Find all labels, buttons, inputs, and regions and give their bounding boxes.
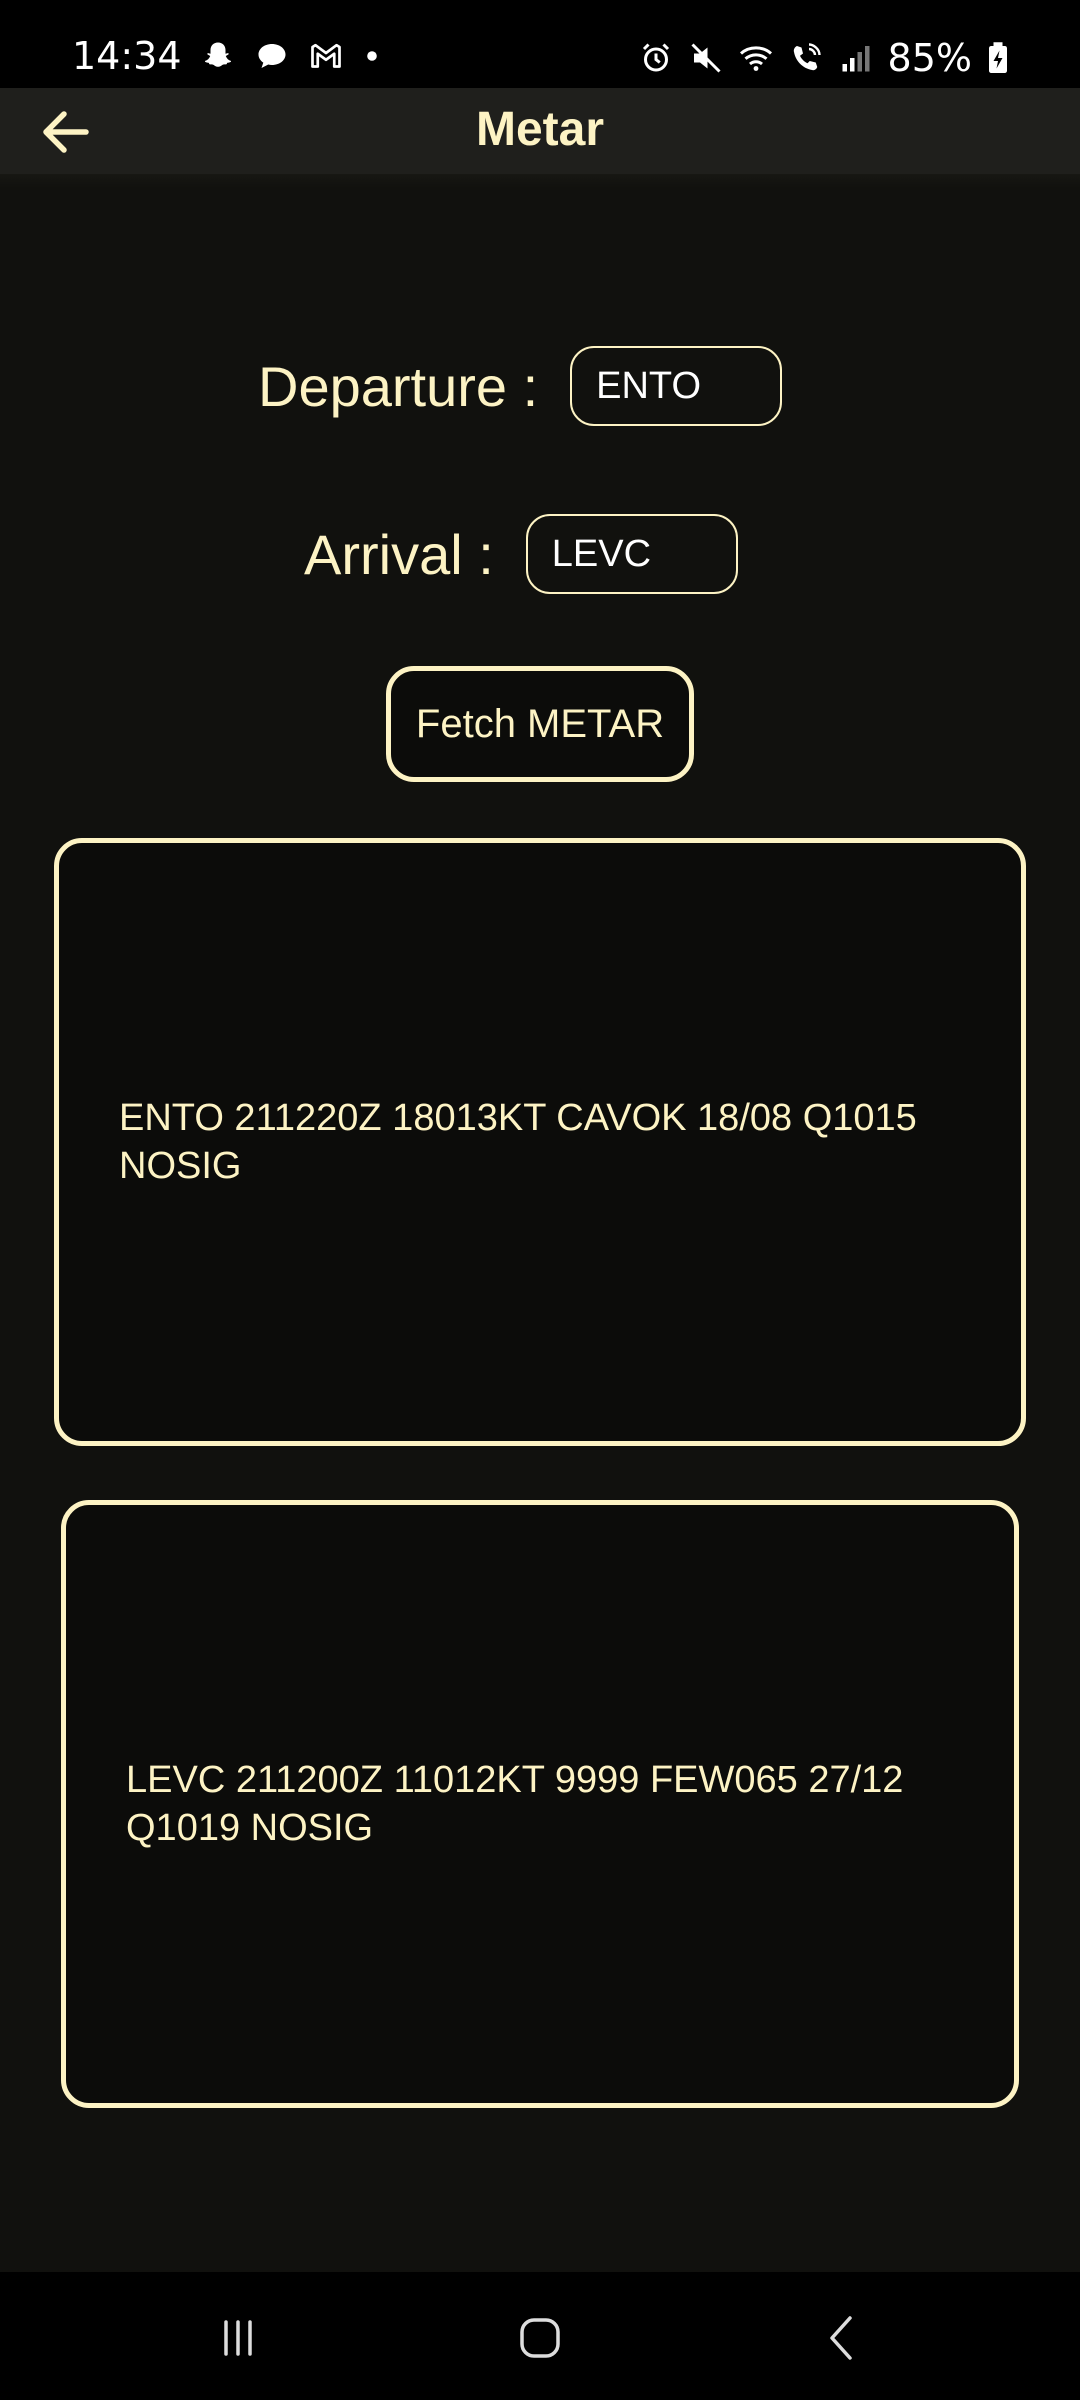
app-bar-shadow xyxy=(0,174,1080,188)
home-button[interactable] xyxy=(510,2308,570,2368)
nav-back-button[interactable] xyxy=(812,2308,872,2368)
recents-button[interactable] xyxy=(208,2308,268,2368)
status-bar: 14:34 85% xyxy=(0,0,1080,88)
departure-row: Departure : xyxy=(258,346,783,426)
fetch-metar-button[interactable]: Fetch METAR xyxy=(386,666,694,782)
app-bar: Metar xyxy=(0,88,1080,174)
recents-icon xyxy=(224,2320,252,2356)
chat-bubble-icon xyxy=(254,38,290,74)
dot-icon xyxy=(362,38,382,74)
alarm-icon xyxy=(638,40,674,76)
status-time: 14:34 xyxy=(72,34,182,78)
wifi-calling-icon xyxy=(788,40,824,76)
status-left: 14:34 xyxy=(72,34,382,78)
departure-label: Departure : xyxy=(258,354,539,418)
snapchat-icon xyxy=(200,38,236,74)
back-chevron-icon xyxy=(830,2316,852,2360)
departure-input[interactable] xyxy=(570,346,783,426)
arrival-input[interactable] xyxy=(525,514,738,594)
departure-metar-box: ENTO 211220Z 18013KT CAVOK 18/08 Q1015 N… xyxy=(54,838,1026,1446)
status-right: 85% xyxy=(638,36,1010,80)
arrival-metar-text: LEVC 211200Z 11012KT 9999 FEW065 27/12 Q… xyxy=(126,1759,904,1849)
signal-icon xyxy=(838,40,874,76)
main-content: Departure : Arrival : Fetch METAR ENTO 2… xyxy=(0,174,1080,2272)
page-title: Metar xyxy=(475,103,605,156)
arrival-row: Arrival : xyxy=(304,514,738,594)
arrival-label: Arrival : xyxy=(304,522,494,586)
gmail-icon xyxy=(308,38,344,74)
battery-percent: 85% xyxy=(887,36,972,80)
wifi-icon xyxy=(738,40,774,76)
system-nav-bar xyxy=(0,2272,1080,2400)
departure-metar-text: ENTO 211220Z 18013KT CAVOK 18/08 Q1015 N… xyxy=(119,1097,917,1187)
battery-charging-icon xyxy=(986,40,1010,76)
arrival-metar-box: LEVC 211200Z 11012KT 9999 FEW065 27/12 Q… xyxy=(61,1500,1019,2108)
mute-icon xyxy=(688,40,724,76)
home-icon xyxy=(520,2318,560,2358)
